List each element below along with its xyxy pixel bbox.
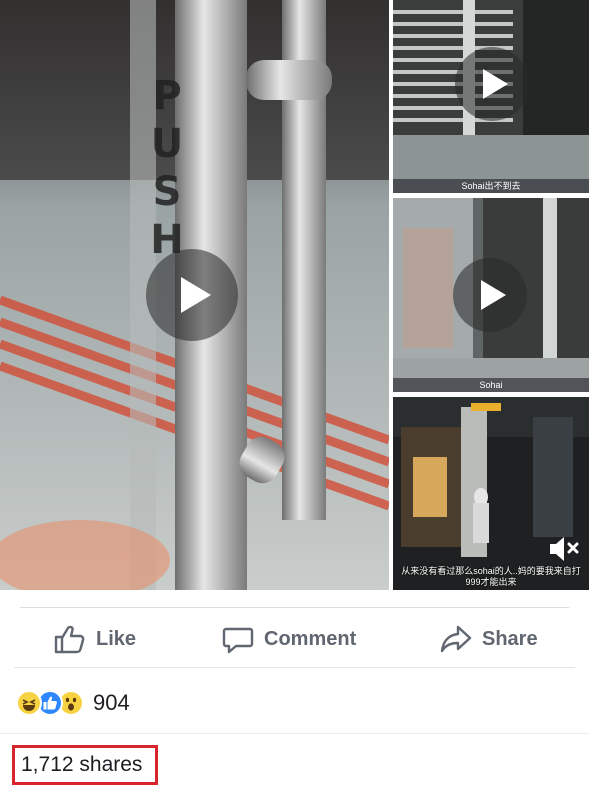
share-button[interactable]: Share	[440, 612, 538, 666]
share-arrow-icon	[440, 625, 472, 653]
subtitle-line: 999才能出来	[465, 577, 517, 587]
video-caption: Sohai	[393, 378, 589, 392]
haha-icon	[16, 690, 42, 716]
video-thumbnail-2[interactable]: Sohai	[393, 198, 589, 392]
video-thumbnail-3[interactable]: 从来没有看过那么sohai的人..妈的要我来自打 999才能出来	[393, 397, 589, 590]
push-letter: P	[152, 73, 182, 119]
shares-count-highlighted[interactable]: 1,712 shares	[12, 745, 158, 785]
play-button[interactable]	[455, 47, 529, 121]
divider	[0, 733, 589, 734]
video-thumbnail-main[interactable]: P U S H	[0, 0, 389, 590]
subtitle-line: 从来没有看过那么sohai的人..妈的要我来自打	[401, 566, 581, 576]
thumbs-up-icon	[54, 625, 85, 654]
video-caption: Sohai出不到去	[393, 179, 589, 193]
like-button[interactable]: Like	[54, 612, 136, 666]
shares-label: 1,712 shares	[21, 753, 143, 776]
reaction-count: 904	[93, 690, 130, 715]
video-thumbnail-1[interactable]: Sohai出不到去	[393, 0, 589, 193]
reaction-summary[interactable]: 904	[16, 688, 130, 718]
like-label: Like	[96, 627, 137, 650]
play-icon	[181, 277, 211, 313]
comment-icon	[222, 627, 254, 654]
push-letter: U	[150, 121, 184, 167]
play-button[interactable]	[146, 249, 238, 341]
push-letter: S	[152, 169, 182, 215]
play-button[interactable]	[453, 258, 527, 332]
play-icon	[480, 280, 506, 310]
media-grid: P U S H Sohai出不到去 Sohai 从来没有看过那么sohai的人.…	[0, 0, 589, 590]
mute-icon[interactable]	[547, 534, 581, 564]
action-bar: Like Comment Share	[0, 612, 589, 666]
video-subtitle: 从来没有看过那么sohai的人..妈的要我来自打 999才能出来	[397, 566, 585, 588]
push-sign: P U S H	[148, 72, 186, 272]
play-icon	[482, 69, 508, 99]
divider	[14, 667, 575, 668]
comment-button[interactable]: Comment	[222, 612, 356, 666]
divider	[20, 607, 569, 608]
share-label: Share	[482, 627, 538, 650]
comment-label: Comment	[264, 627, 357, 650]
